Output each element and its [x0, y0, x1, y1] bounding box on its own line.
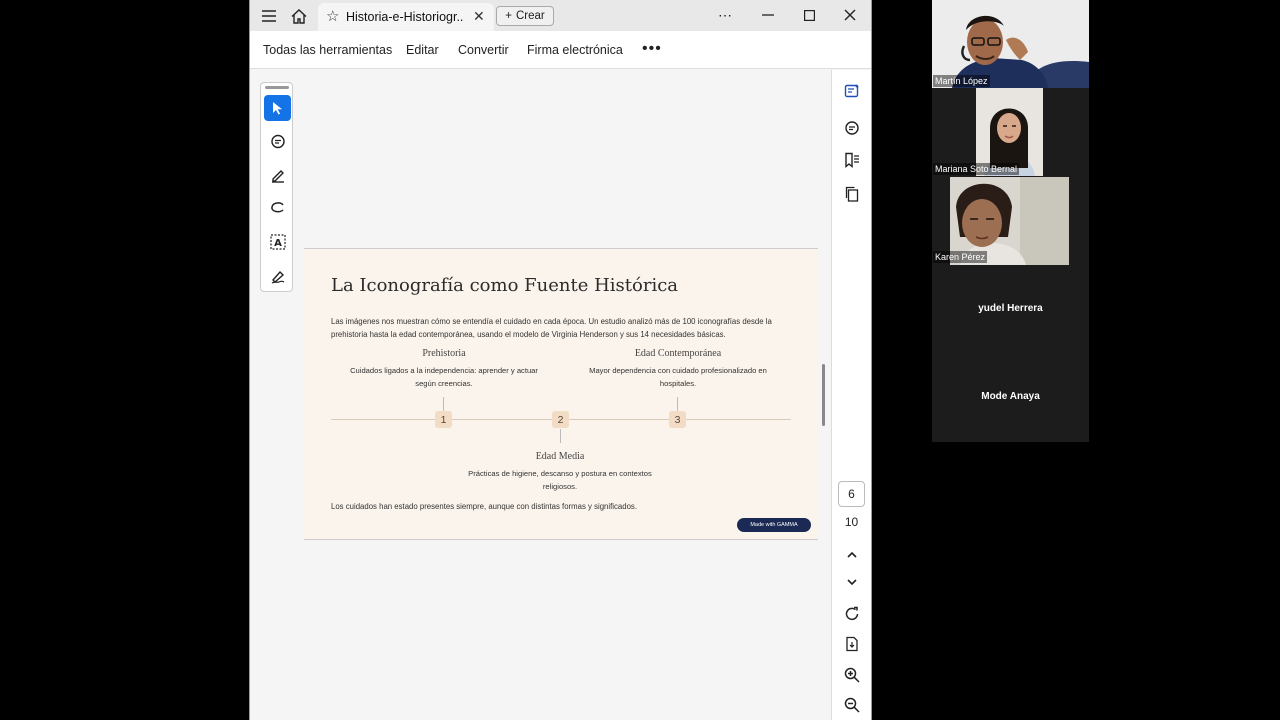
- next-page-icon[interactable]: [841, 571, 863, 593]
- participant-name-5: Mode Anaya: [981, 391, 1040, 402]
- comment-tool-icon[interactable]: [264, 129, 291, 155]
- timeline-tick-3: [677, 397, 678, 411]
- more-options-icon[interactable]: ⋯: [712, 4, 738, 26]
- svg-text:A: A: [274, 238, 282, 249]
- total-pages: 10: [844, 515, 859, 529]
- participant-name-1: Martín López: [933, 75, 990, 87]
- plus-icon: +: [505, 10, 512, 22]
- timeline-title-2: Edad Media: [535, 451, 585, 462]
- create-button[interactable]: + Crear: [496, 6, 554, 26]
- participant-name-3: Karen Pérez: [933, 251, 988, 263]
- tool-rail: A: [260, 82, 293, 292]
- sign-tool-icon[interactable]: [264, 263, 291, 289]
- comments-panel-icon[interactable]: [841, 117, 863, 139]
- participant-tile-1[interactable]: Martín López: [932, 0, 1089, 88]
- timeline-desc-3: Mayor dependencia con cuidado profesiona…: [589, 366, 767, 388]
- ai-assistant-icon[interactable]: [841, 80, 863, 102]
- highlight-tool-icon[interactable]: [264, 162, 291, 188]
- menu-bar: Todas las herramientas Editar Convertir …: [250, 31, 871, 69]
- participant-tile-4[interactable]: yudel Herrera: [932, 265, 1089, 353]
- made-with-gamma-badge[interactable]: Made with GAMMA: [737, 518, 811, 532]
- tab-title: Historia-e-Historiogr...: [346, 10, 464, 24]
- menu-edit[interactable]: Editar: [406, 43, 439, 57]
- pages-thumbnail-icon[interactable]: [841, 183, 863, 205]
- zoom-out-icon[interactable]: [841, 694, 863, 716]
- slide-footer: Los cuidados han estado presentes siempr…: [331, 502, 637, 511]
- title-bar: ☆ Historia-e-Historiogr... ✕ + Crear ⋯: [250, 0, 871, 31]
- minimize-icon[interactable]: [755, 4, 781, 26]
- page-export-icon[interactable]: [841, 633, 863, 655]
- select-tool-icon[interactable]: [264, 95, 291, 121]
- rotate-refresh-icon[interactable]: [841, 603, 863, 625]
- timeline-marker-2: 2: [552, 411, 569, 428]
- star-icon[interactable]: ☆: [326, 7, 339, 25]
- timeline-marker-3: 3: [669, 411, 686, 428]
- pdf-page-slide: La Iconografía como Fuente Histórica Las…: [304, 249, 818, 540]
- document-area[interactable]: A La Iconografía como Fuente Histórica L…: [250, 70, 831, 720]
- timeline-title-3: Edad Contemporánea: [634, 348, 722, 359]
- timeline-desc-1: Cuidados ligados a la independencia: apr…: [350, 366, 538, 388]
- video-call-strip: Martín López Mariana Soto Bernal Karen P…: [932, 0, 1089, 442]
- timeline-title-1: Prehistoria: [422, 348, 466, 359]
- home-icon[interactable]: [289, 6, 309, 26]
- current-page-input[interactable]: 6: [838, 481, 865, 507]
- timeline-tick-1: [443, 397, 444, 411]
- previous-page-icon[interactable]: [841, 543, 863, 565]
- bookmarks-icon[interactable]: [841, 149, 863, 171]
- zoom-in-icon[interactable]: [841, 664, 863, 686]
- rail-grip[interactable]: [265, 86, 289, 89]
- create-label: Crear: [515, 10, 545, 22]
- menu-convert[interactable]: Convertir: [458, 43, 509, 57]
- menu-all-tools[interactable]: Todas las herramientas: [263, 43, 392, 57]
- participant-name-4: yudel Herrera: [978, 303, 1043, 314]
- close-tab-icon[interactable]: ✕: [473, 8, 485, 25]
- close-window-icon[interactable]: [837, 4, 863, 26]
- pdf-viewer-window: ☆ Historia-e-Historiogr... ✕ + Crear ⋯ T…: [249, 0, 872, 720]
- draw-tool-icon[interactable]: [264, 195, 291, 221]
- text-tool-icon[interactable]: A: [264, 229, 291, 255]
- menu-e-signature[interactable]: Firma electrónica: [527, 43, 623, 57]
- slide-intro: Las imágenes nos muestran cómo se entend…: [331, 317, 772, 339]
- screen: ☆ Historia-e-Historiogr... ✕ + Crear ⋯ T…: [0, 0, 1280, 720]
- timeline-tick-2: [560, 429, 561, 443]
- vertical-scrollbar[interactable]: [822, 364, 825, 426]
- timeline-desc-2: Prácticas de higiene, descanso y postura…: [468, 469, 652, 491]
- hamburger-menu-icon[interactable]: [259, 6, 279, 26]
- participant-tile-5[interactable]: Mode Anaya: [932, 353, 1089, 442]
- slide-title: La Iconografía como Fuente Histórica: [331, 275, 679, 296]
- more-tools-icon[interactable]: •••: [642, 40, 662, 58]
- maximize-icon[interactable]: [796, 4, 822, 26]
- document-tab[interactable]: ☆ Historia-e-Historiogr... ✕: [318, 3, 494, 31]
- participant-name-2: Mariana Soto Bernal: [933, 163, 1020, 175]
- right-panel: 6 10: [831, 70, 871, 720]
- timeline-marker-1: 1: [435, 411, 452, 428]
